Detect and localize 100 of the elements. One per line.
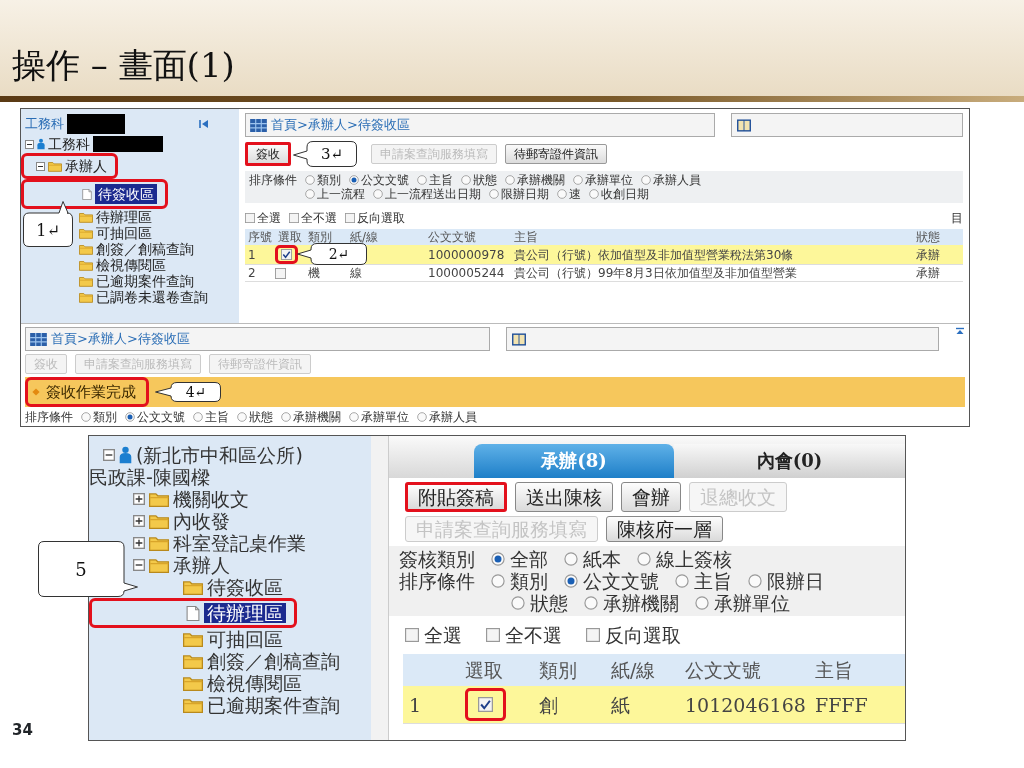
button[interactable]: 待郵寄證件資訊	[505, 144, 607, 164]
radio-button[interactable]	[281, 412, 291, 422]
tree-item[interactable]: 科室登記桌作業	[173, 532, 306, 554]
button[interactable]: 附貼簽稿	[405, 482, 507, 512]
radio-button[interactable]	[417, 175, 427, 185]
radio-button[interactable]	[675, 574, 689, 588]
radio-button[interactable]	[641, 175, 651, 185]
tree-item[interactable]: 創簽／創稿查詢	[207, 650, 340, 672]
radio-button[interactable]	[589, 189, 599, 199]
button[interactable]: 送出陳核	[515, 482, 613, 512]
radio-button[interactable]	[637, 552, 651, 566]
callout: 1↵	[23, 201, 73, 247]
tree-item[interactable]: 已調卷未還卷查詢	[96, 289, 208, 305]
tree-item[interactable]: 創簽／創稿查詢	[96, 241, 194, 257]
tree-item[interactable]: 已逾期案件查詢	[96, 273, 194, 289]
checkbox[interactable]	[281, 249, 292, 260]
radio-button[interactable]	[505, 175, 515, 185]
radio-button[interactable]	[373, 189, 383, 199]
radio-button[interactable]	[81, 412, 91, 422]
tree-item[interactable]: 已逾期案件查詢	[207, 694, 340, 716]
splitter-bar[interactable]	[371, 436, 389, 740]
radio-button[interactable]	[564, 552, 578, 566]
tree-item[interactable]: 機關收文	[173, 488, 249, 510]
radio-button[interactable]	[491, 574, 505, 588]
checkbox[interactable]	[345, 213, 355, 223]
button[interactable]: 簽收	[245, 142, 291, 166]
tree-item[interactable]: 檢視傳閱區	[207, 672, 302, 694]
tree-item[interactable]: 待辦理區	[96, 209, 152, 225]
collapse-icon[interactable]	[25, 139, 34, 149]
pin-icon[interactable]	[955, 327, 965, 337]
tree-item[interactable]: 內收發	[173, 510, 230, 532]
checkbox[interactable]	[586, 628, 600, 642]
radio-button[interactable]	[748, 574, 762, 588]
radio-button[interactable]	[193, 412, 203, 422]
radio-button[interactable]	[237, 412, 247, 422]
option-label: 全不選	[505, 624, 562, 646]
option-label: 類別	[93, 410, 117, 424]
checkbox[interactable]	[245, 213, 255, 223]
radio-button[interactable]	[584, 596, 598, 610]
document-link[interactable]: 1000005244	[428, 266, 505, 280]
callout: 2↵	[297, 243, 367, 265]
radio-button[interactable]	[511, 596, 525, 610]
folder-icon	[183, 579, 203, 595]
tab[interactable]: 內會(0)	[674, 444, 905, 478]
tree-item[interactable]: 可抽回區	[96, 225, 152, 241]
radio-button[interactable]	[573, 175, 583, 185]
tree-item[interactable]: 待辦理區	[204, 603, 286, 623]
radio-button[interactable]	[305, 175, 315, 185]
table-cell: 1	[403, 686, 459, 724]
field-label: 排序條件	[249, 173, 297, 187]
tree-item[interactable]: 民政課-陳國樑	[89, 466, 210, 488]
callout: 4↵	[155, 382, 221, 402]
column-header: 序號	[245, 229, 275, 245]
table-row[interactable]: 1 2↵ 1000000978 貴公司（行號）依加值型及非加值型營業稅法第30條 承辦	[245, 245, 963, 265]
tree-item[interactable]: 工務科	[48, 136, 90, 152]
column-header: 主旨	[511, 229, 913, 245]
expand-icon[interactable]	[133, 515, 145, 527]
collapse-icon[interactable]	[36, 161, 45, 171]
breadcrumb-link[interactable]: 首頁>承辦人>待簽收區	[51, 332, 190, 346]
option-label: 全選	[424, 624, 462, 646]
column-header: 紙/線	[347, 229, 425, 245]
radio-button[interactable]	[349, 175, 359, 185]
checkbox[interactable]	[478, 697, 493, 712]
table-row[interactable]: 1 創 紙 1012046168 FFFF	[403, 686, 905, 724]
radio-button[interactable]	[349, 412, 359, 422]
radio-button[interactable]	[557, 189, 567, 199]
radio-button[interactable]	[461, 175, 471, 185]
radio-button[interactable]	[305, 189, 315, 199]
button[interactable]: 會辦	[621, 482, 681, 512]
book-icon[interactable]	[511, 332, 527, 346]
expand-icon[interactable]	[133, 493, 145, 505]
column-header: 主旨	[809, 654, 905, 686]
checkbox[interactable]	[289, 213, 299, 223]
radio-button[interactable]	[125, 412, 135, 422]
button[interactable]: 陳核府一層	[606, 516, 723, 542]
tree-item[interactable]: 承辦人	[65, 158, 107, 174]
breadcrumb-link[interactable]: 首頁>承辦人>待簽收區	[271, 118, 410, 132]
radio-button[interactable]	[489, 189, 499, 199]
checkbox[interactable]	[405, 628, 419, 642]
tree-item[interactable]: 承辦人	[173, 554, 230, 576]
option-label: 線上簽核	[656, 548, 732, 570]
tree-item[interactable]: 待簽收區	[95, 184, 157, 204]
column-header: 類別	[533, 654, 605, 686]
table-cell: 線	[347, 264, 425, 282]
book-icon[interactable]	[736, 118, 752, 132]
radio-button[interactable]	[564, 574, 578, 588]
tree-item[interactable]: 檢視傳閱區	[96, 257, 166, 273]
column-header: 選取	[275, 229, 305, 245]
table-row[interactable]: 2 機 線 1000005244 貴公司（行號）99年8月3日依加值型及非加值型營業 承辦	[245, 264, 963, 282]
option-label: 主旨	[205, 410, 229, 424]
checkbox[interactable]	[275, 268, 286, 279]
tree-item[interactable]: 可抽回區	[207, 628, 283, 650]
radio-button[interactable]	[417, 412, 427, 422]
tree-item[interactable]: (新北市中和區公所)	[136, 444, 303, 466]
tree-heading: 工務科	[25, 116, 64, 132]
expand-icon[interactable]	[133, 537, 145, 549]
checkbox[interactable]	[486, 628, 500, 642]
folder-icon	[149, 557, 169, 573]
radio-button[interactable]	[491, 552, 505, 566]
radio-button[interactable]	[695, 596, 709, 610]
